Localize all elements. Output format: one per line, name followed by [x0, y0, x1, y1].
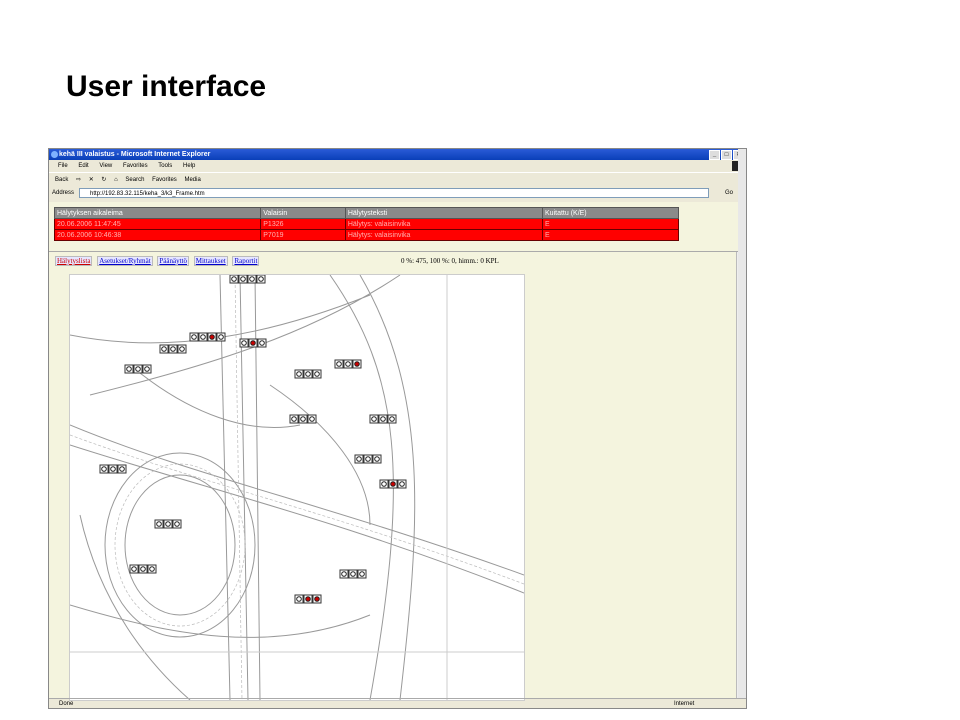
fault-lamp — [390, 481, 396, 487]
fault-lamp — [305, 596, 311, 602]
media-button[interactable]: Media — [184, 177, 200, 183]
link-settings-groups[interactable]: Asetukset/Ryhmät — [97, 256, 153, 266]
alarm-table: Hälytyksen aikaleima Valaisin Hälytystek… — [53, 207, 679, 241]
menu-file[interactable]: File — [58, 163, 68, 169]
refresh-icon[interactable]: ↻ — [101, 177, 106, 183]
address-bar: Address http://192.83.32.115/keha_3/k3_F… — [49, 187, 746, 200]
link-main-view[interactable]: Päänäyttö — [157, 256, 189, 266]
fault-lamp — [250, 340, 256, 346]
link-reports[interactable]: Raportit — [232, 256, 260, 266]
col-timestamp: Hälytyksen aikaleima — [53, 207, 262, 219]
nav-links: Hälytyslista Asetukset/Ryhmät Päänäyttö … — [55, 256, 262, 266]
link-alarm-list[interactable]: Hälytyslista — [55, 256, 93, 266]
ie-icon — [51, 151, 58, 158]
fault-lamp — [209, 334, 215, 340]
back-button[interactable]: Back — [55, 177, 68, 183]
go-button[interactable]: Go — [725, 187, 733, 200]
menu-view[interactable]: View — [99, 163, 112, 169]
status-done: Done — [59, 701, 74, 707]
toolbar: Back ⇨ ✕ ↻ ⌂ Search Favorites Media — [49, 172, 746, 187]
forward-icon[interactable]: ⇨ — [76, 177, 81, 183]
maximize-icon[interactable]: □ — [721, 150, 732, 160]
slide-title: User interface — [66, 70, 267, 103]
page-content: Hälytyksen aikaleima Valaisin Hälytystek… — [49, 202, 746, 701]
window-scrollbar[interactable] — [738, 149, 746, 698]
status-bar: Done Internet — [49, 698, 746, 708]
window-title: kehä III valaistus - Microsoft Internet … — [59, 151, 211, 158]
fault-lamp — [354, 361, 360, 367]
menu-bar: File Edit View Favorites Tools Help — [49, 160, 746, 172]
minimize-icon[interactable]: _ — [709, 150, 720, 160]
favorites-button[interactable]: Favorites — [152, 177, 177, 183]
address-input[interactable]: http://192.83.32.115/keha_3/k3_Frame.htm — [79, 188, 709, 198]
browser-window: kehä III valaistus - Microsoft Internet … — [48, 148, 747, 709]
stop-icon[interactable]: ✕ — [89, 177, 94, 183]
home-icon[interactable]: ⌂ — [114, 177, 118, 183]
lower-frame: Hälytyslista Asetukset/Ryhmät Päänäyttö … — [49, 251, 746, 701]
dimming-status: 0 %: 475, 100 %: 0, himm.: 0 KPL — [401, 257, 499, 265]
status-zone: Internet — [674, 701, 695, 707]
col-lamp: Valaisin — [260, 207, 346, 219]
col-alarm-text: Hälytysteksti — [344, 207, 544, 219]
table-row[interactable]: 20.06.2006 10:46:38 P7019 Hälytys: valai… — [53, 229, 679, 241]
link-measurements[interactable]: Mittaukset — [193, 256, 228, 266]
address-label: Address — [52, 190, 75, 196]
road-map[interactable] — [69, 274, 525, 701]
lamp-group — [99, 275, 407, 604]
menu-edit[interactable]: Edit — [78, 163, 88, 169]
col-acknowledged: Kuitattu (K/E) — [542, 207, 679, 219]
window-titlebar: kehä III valaistus - Microsoft Internet … — [49, 149, 746, 160]
search-button[interactable]: Search — [125, 177, 144, 183]
fault-lamp — [314, 596, 320, 602]
interchange-map — [70, 275, 524, 700]
menu-help[interactable]: Help — [183, 163, 195, 169]
menu-favorites[interactable]: Favorites — [123, 163, 148, 169]
menu-tools[interactable]: Tools — [158, 163, 172, 169]
table-row[interactable]: 20.06.2006 11:47:45 P1326 Hälytys: valai… — [53, 218, 679, 230]
